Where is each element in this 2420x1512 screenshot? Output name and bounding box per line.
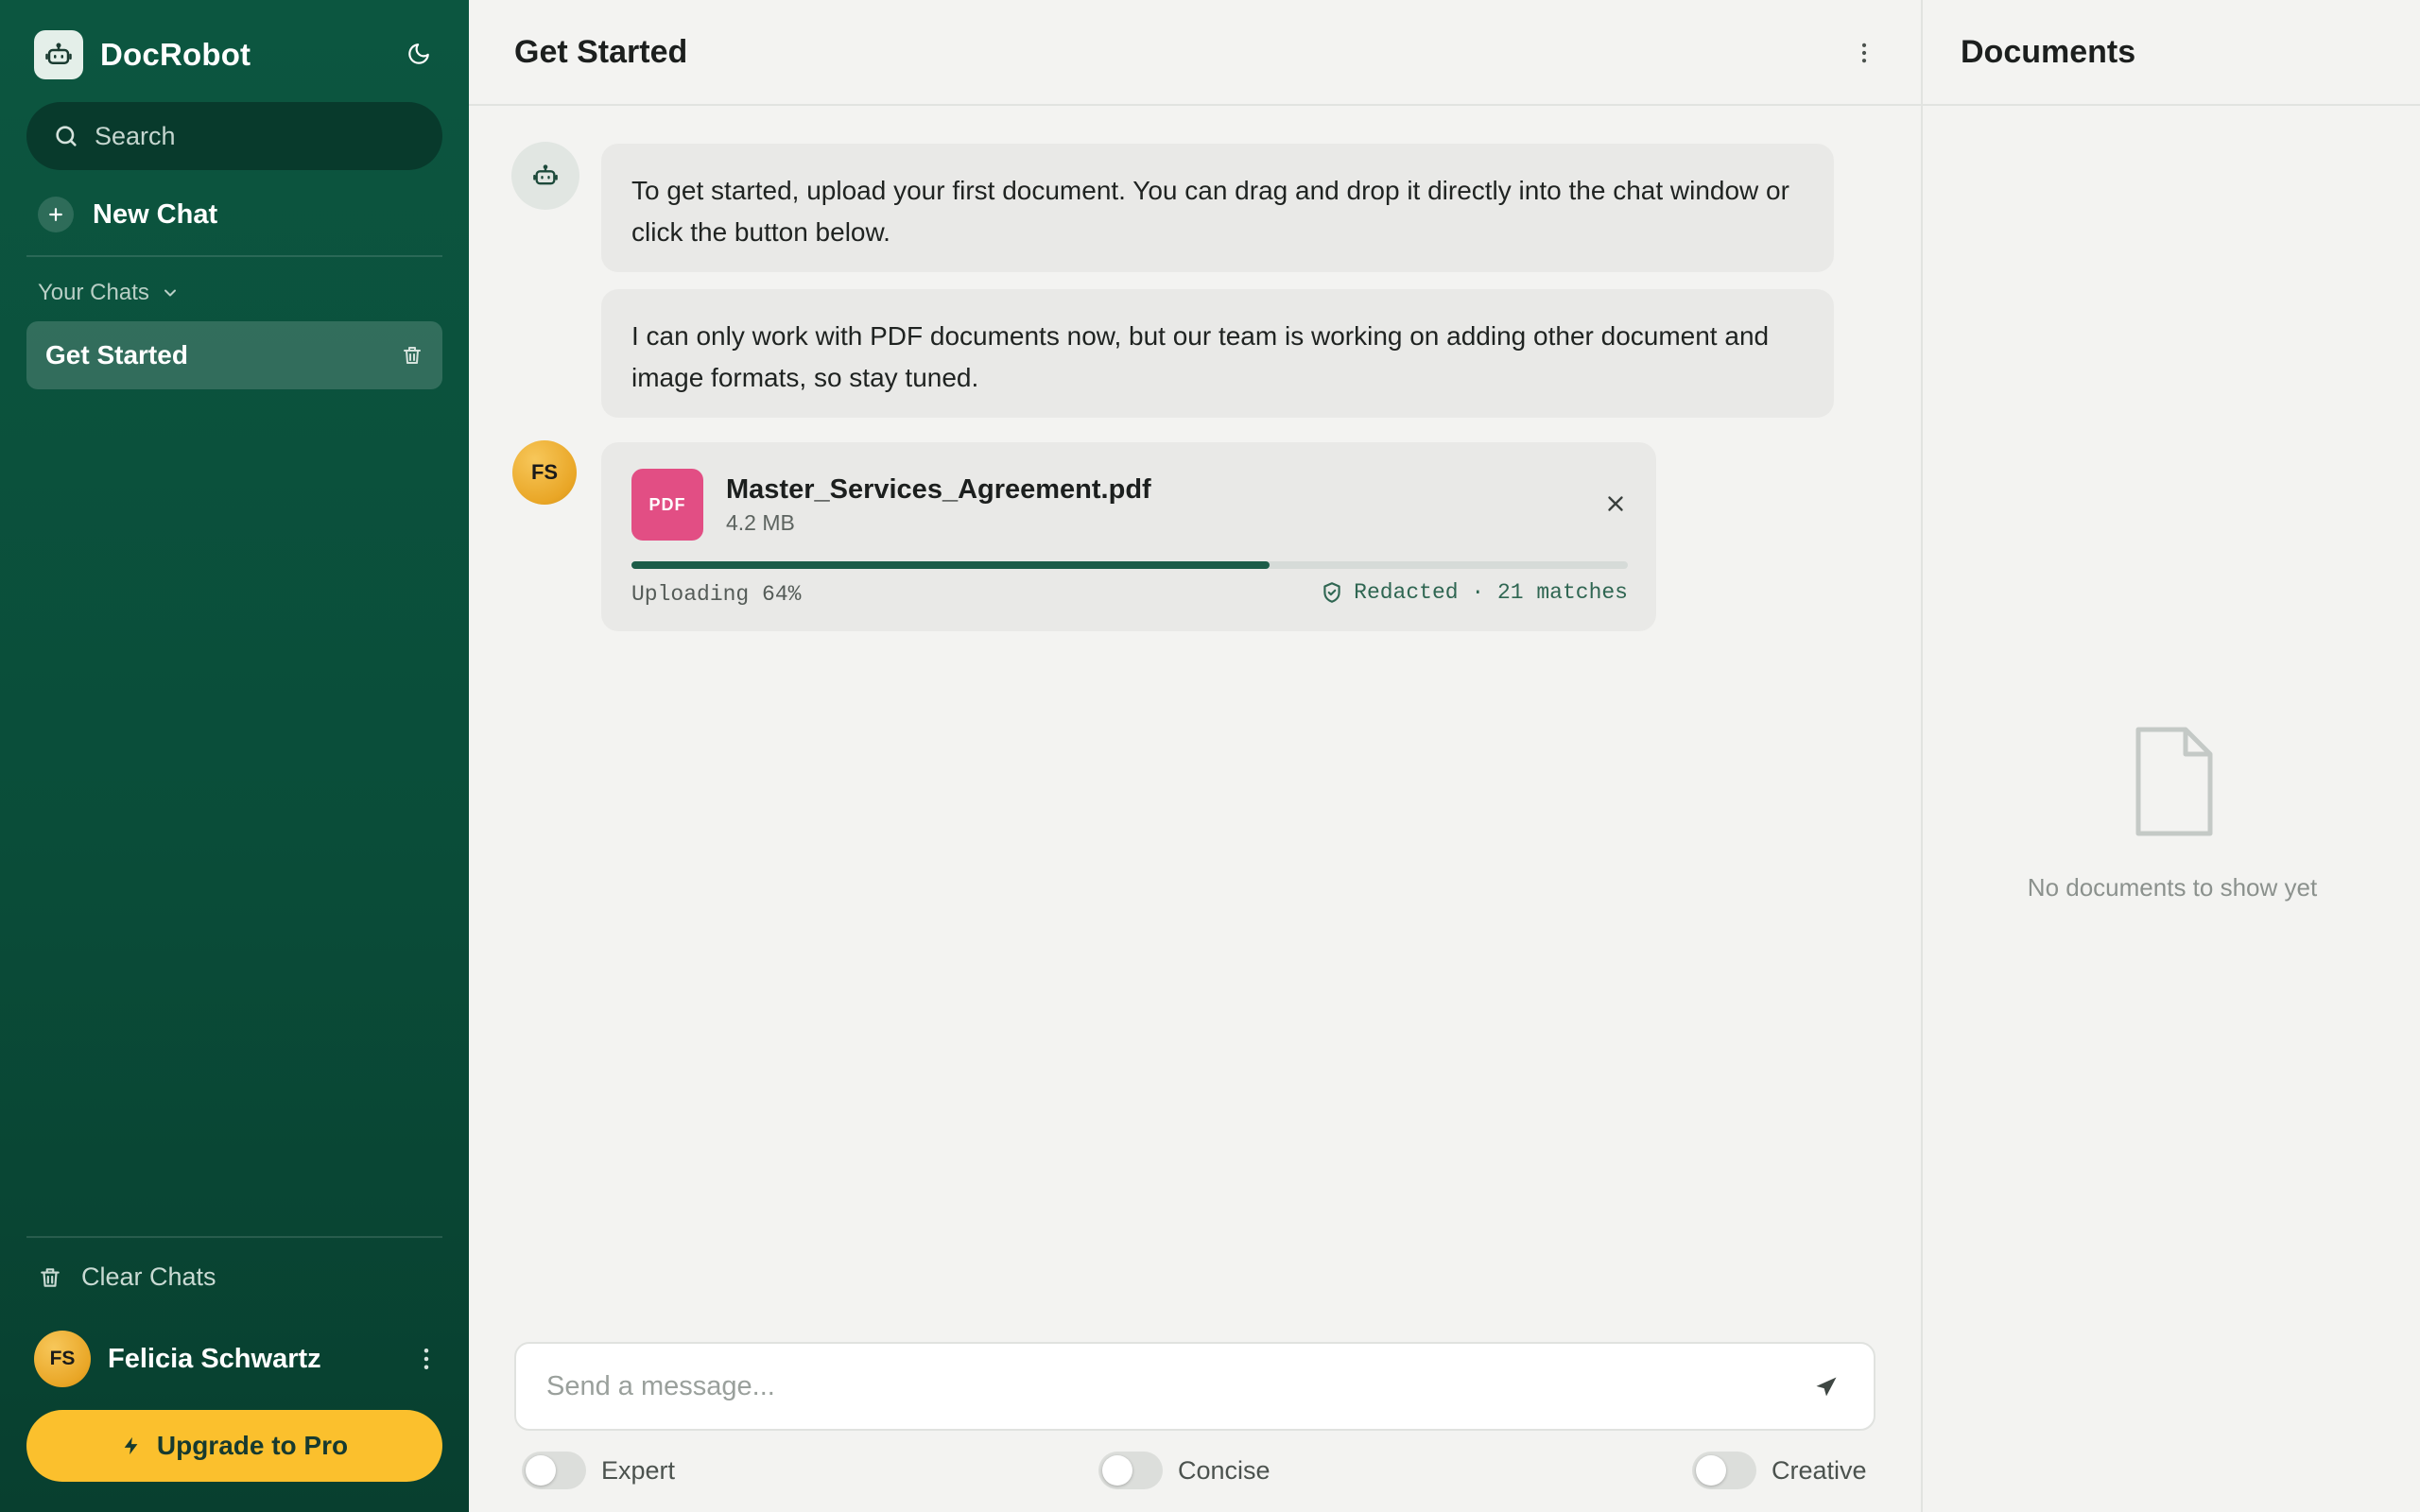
user-profile[interactable]: FS Felicia Schwartz — [34, 1331, 441, 1387]
toggle-expert[interactable]: Expert — [522, 1452, 675, 1489]
sidebar-footer-divider — [26, 1236, 442, 1238]
documents-header: Documents — [1923, 0, 2420, 106]
upload-status: Uploading 64% — [631, 582, 802, 607]
redaction-status: Redacted · 21 matches — [1320, 580, 1628, 605]
robot-icon — [34, 30, 83, 79]
upgrade-label: Upgrade to Pro — [156, 1431, 349, 1460]
kebab-icon[interactable] — [1851, 40, 1877, 66]
app-name: DocRobot — [100, 37, 251, 72]
bolt-icon — [124, 1436, 138, 1455]
creative-switch[interactable] — [1692, 1452, 1756, 1489]
empty-state-text: No documents to show yet — [2027, 873, 2318, 902]
avatar: FS — [34, 1331, 91, 1387]
kebab-icon[interactable] — [412, 1345, 441, 1373]
plus-icon — [38, 197, 74, 232]
toggle-creative[interactable]: Creative — [1692, 1452, 1867, 1489]
documents-title: Documents — [1961, 34, 2136, 70]
toggle-label: Concise — [1178, 1455, 1270, 1485]
chevron-down-icon — [164, 289, 176, 297]
message-composer[interactable] — [514, 1342, 1876, 1431]
upload-progress-bar — [631, 561, 1628, 569]
toggle-label: Expert — [601, 1455, 676, 1485]
search-bar[interactable] — [26, 102, 442, 170]
concise-switch[interactable] — [1098, 1452, 1163, 1489]
redaction-label: Redacted · 21 matches — [1354, 580, 1628, 605]
robot-icon — [511, 142, 579, 210]
trash-icon[interactable] — [401, 344, 424, 367]
message-input[interactable] — [546, 1370, 1775, 1402]
upgrade-button[interactable]: Upgrade to Pro — [26, 1410, 442, 1482]
new-chat-button[interactable]: New Chat — [38, 197, 217, 232]
user-name: Felicia Schwartz — [108, 1343, 321, 1374]
send-icon[interactable] — [1813, 1374, 1840, 1400]
search-icon — [53, 123, 79, 149]
sidebar-chat-get-started[interactable]: Get Started — [26, 321, 442, 389]
close-icon[interactable] — [1603, 491, 1628, 516]
chat-item-label: Get Started — [45, 340, 188, 369]
sidebar-divider — [26, 255, 442, 257]
expert-switch[interactable] — [522, 1452, 586, 1489]
trash-icon — [41, 1267, 60, 1287]
bot-message: To get started, upload your first docume… — [601, 144, 1834, 272]
moon-icon[interactable] — [406, 42, 435, 70]
file-upload-card: PDF Master_Services_Agreement.pdf 4.2 MB… — [601, 442, 1656, 631]
your-chats-label: Your Chats — [38, 280, 149, 305]
brand[interactable]: DocRobot — [34, 30, 251, 79]
chat-panel: Get Started To get started, upload your … — [469, 0, 1921, 1512]
chat-header: Get Started — [469, 0, 1921, 106]
search-input[interactable] — [95, 121, 416, 151]
file-name: Master_Services_Agreement.pdf — [726, 474, 1151, 505]
documents-panel: Documents No documents to show yet — [1921, 0, 2420, 1512]
upload-progress-fill — [631, 561, 1270, 569]
toggle-concise[interactable]: Concise — [1098, 1452, 1270, 1489]
your-chats-toggle[interactable]: Your Chats — [38, 280, 180, 306]
bot-message: I can only work with PDF documents now, … — [601, 289, 1834, 418]
sidebar: DocRobot New Chat Your Chats Get St — [0, 0, 469, 1512]
toggle-label: Creative — [1772, 1455, 1867, 1485]
shield-check-icon — [1323, 582, 1340, 603]
clear-chats-button[interactable]: Clear Chats — [38, 1263, 216, 1292]
clear-chats-label: Clear Chats — [81, 1263, 216, 1291]
page-title: Get Started — [514, 34, 688, 70]
avatar: FS — [512, 440, 577, 505]
new-chat-label: New Chat — [93, 198, 218, 230]
document-icon — [2135, 726, 2214, 837]
pdf-file-icon: PDF — [631, 469, 703, 541]
file-size: 4.2 MB — [726, 510, 795, 535]
